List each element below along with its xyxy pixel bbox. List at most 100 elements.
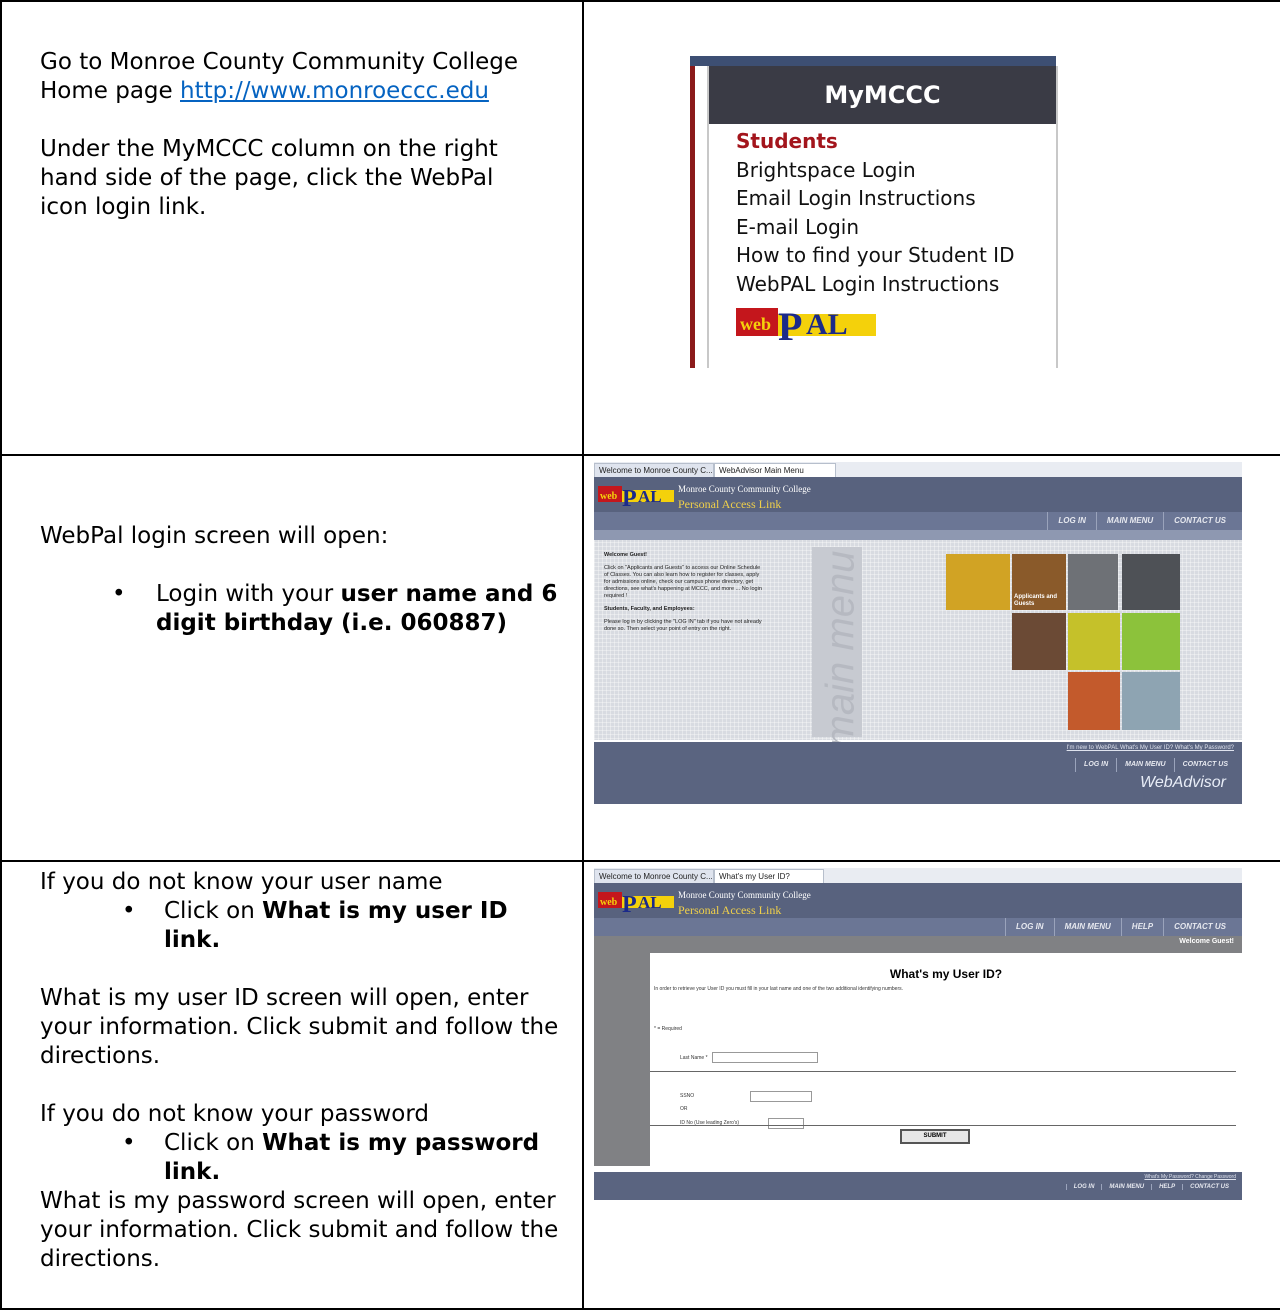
mymccc-list: Students Brightspace Login Email Login I… bbox=[736, 127, 1014, 298]
svg-text:P: P bbox=[622, 892, 637, 916]
tile-gold bbox=[946, 554, 1010, 610]
footer-nav-main-menu[interactable]: MAIN MENU bbox=[1116, 758, 1173, 772]
form-instructions: In order to retrieve your User ID you mu… bbox=[654, 986, 904, 992]
row3-line1: If you do not know your user name bbox=[40, 869, 443, 895]
tile-photo-faculty bbox=[1122, 554, 1180, 610]
svg-text:AL: AL bbox=[638, 893, 662, 912]
mymccc-item-students: Students bbox=[736, 129, 838, 153]
footer-links[interactable]: I'm new to WebPAL What's My User ID? Wha… bbox=[1067, 745, 1234, 751]
required-note: * = Required bbox=[654, 1026, 682, 1032]
nav-contact-us[interactable]: CONTACT US bbox=[1163, 512, 1236, 530]
tile-yellow[interactable] bbox=[1068, 613, 1120, 670]
mymccc-topbar bbox=[690, 56, 1056, 66]
form-separator-1 bbox=[650, 1071, 1236, 1072]
footer-band bbox=[594, 742, 1242, 804]
row3-bullet1: • Click on What is my user ID link. bbox=[122, 897, 560, 955]
row3-bullet1-prefix: Click on bbox=[164, 898, 263, 924]
pal-subtitle: Personal Access Link bbox=[678, 497, 782, 511]
row1-line2: Home page http://www.monroeccc.edu bbox=[40, 77, 560, 106]
mymccc-item-brightspace[interactable]: Brightspace Login bbox=[736, 156, 1014, 185]
footer-band: What's My Password? Change Password LOG … bbox=[594, 1172, 1242, 1200]
svg-text:web: web bbox=[600, 491, 618, 502]
row3-para4: What is my password screen will open, en… bbox=[40, 1188, 559, 1272]
footer-nav-contact-us[interactable]: CONTACT US bbox=[1182, 1184, 1236, 1190]
college-name: Monroe County Community College bbox=[678, 484, 811, 494]
tile-orange[interactable] bbox=[1068, 672, 1120, 730]
browser-tab-2[interactable]: What's my User ID? bbox=[714, 869, 824, 884]
tile-applicants-guests[interactable]: Applicants and Guests bbox=[1012, 554, 1066, 610]
footer-nav-contact-us[interactable]: CONTACT US bbox=[1173, 758, 1236, 772]
column-divider bbox=[582, 0, 584, 1310]
row-divider-1 bbox=[0, 454, 1280, 456]
browser-tab-1[interactable]: Welcome to Monroe County C... bbox=[594, 463, 714, 478]
row1-text: Go to Monroe County Community College Ho… bbox=[40, 48, 560, 222]
mymccc-item-student-id[interactable]: How to find your Student ID bbox=[736, 241, 1014, 270]
svg-text:P: P bbox=[622, 486, 637, 510]
last-name-input[interactable] bbox=[712, 1052, 818, 1063]
webpal-logo-icon[interactable]: web P AL bbox=[736, 302, 876, 350]
row2-intro: WebPal login screen will open: bbox=[40, 523, 389, 549]
pal-subtitle: Personal Access Link bbox=[678, 903, 782, 917]
mymccc-item-email-login[interactable]: E-mail Login bbox=[736, 213, 1014, 242]
table-border-top bbox=[0, 0, 1280, 2]
ssn-label: SSNO bbox=[680, 1093, 695, 1099]
mymccc-item-webpal-instructions[interactable]: WebPAL Login Instructions bbox=[736, 270, 1014, 299]
nav-help[interactable]: HELP bbox=[1120, 918, 1163, 936]
row3-para2: What is my user ID screen will open, ent… bbox=[40, 985, 559, 1069]
row2-bullet-prefix: Login with your bbox=[156, 581, 341, 607]
nav-login[interactable]: LOG IN bbox=[1047, 512, 1096, 530]
footer-nav-help[interactable]: HELP bbox=[1151, 1184, 1182, 1190]
welcome-text: Welcome Guest! Click on "Applicants and … bbox=[604, 552, 764, 639]
webadvisor-brand: WebAdvisor bbox=[1140, 774, 1226, 791]
mymccc-header: MyMCCC bbox=[709, 66, 1056, 124]
svg-text:web: web bbox=[600, 897, 618, 908]
row3-bullet2: • Click on What is my password link. bbox=[122, 1129, 560, 1187]
ssn-input[interactable] bbox=[750, 1091, 812, 1102]
webpal-logo-icon[interactable]: web P AL bbox=[598, 482, 674, 510]
college-home-link[interactable]: http://www.monroeccc.edu bbox=[180, 78, 489, 104]
row1-line2-prefix: Home page bbox=[40, 78, 180, 104]
browser-tabs: Welcome to Monroe County C... WebAdvisor… bbox=[594, 462, 1242, 478]
bullet-icon: • bbox=[112, 581, 126, 607]
footer-nav-main-menu[interactable]: MAIN MENU bbox=[1101, 1184, 1151, 1190]
tile-steel[interactable] bbox=[1122, 672, 1180, 730]
nav-main-menu[interactable]: MAIN MENU bbox=[1053, 918, 1121, 936]
footer-nav-login[interactable]: LOG IN bbox=[1065, 1184, 1102, 1190]
mymccc-item-email-instructions[interactable]: Email Login Instructions bbox=[736, 184, 1014, 213]
id-input[interactable] bbox=[768, 1118, 804, 1129]
welcome-heading: Welcome Guest! bbox=[604, 552, 647, 558]
last-name-label: Last Name * bbox=[680, 1055, 708, 1061]
welcome-para2: Please log in by clicking the "LOG IN" t… bbox=[604, 619, 762, 632]
tile-green[interactable] bbox=[1122, 613, 1180, 670]
top-nav: LOG IN MAIN MENU CONTACT US bbox=[1047, 512, 1236, 530]
welcome-guest: Welcome Guest! bbox=[1179, 938, 1234, 945]
webpal-login-screenshot: Welcome to Monroe County C... WebAdvisor… bbox=[594, 462, 1242, 804]
main-menu-text: main menu bbox=[818, 550, 863, 749]
nav-contact-us[interactable]: CONTACT US bbox=[1163, 918, 1236, 936]
footer-nav: LOG IN MAIN MENU HELP CONTACT US bbox=[1065, 1184, 1236, 1190]
browser-tab-1[interactable]: Welcome to Monroe County C... bbox=[594, 869, 714, 884]
row3-line3: If you do not know your password bbox=[40, 1101, 430, 1127]
mymccc-screenshot: MyMCCC Students Brightspace Login Email … bbox=[690, 56, 1070, 368]
row1-para2: Under the MyMCCC column on the right han… bbox=[40, 136, 498, 220]
or-label: OR bbox=[680, 1106, 688, 1112]
svg-text:web: web bbox=[740, 314, 771, 334]
footer-nav-login[interactable]: LOG IN bbox=[1075, 758, 1116, 772]
top-nav: LOG IN MAIN MENU HELP CONTACT US bbox=[1005, 918, 1236, 936]
submit-button[interactable]: SUBMIT bbox=[900, 1129, 970, 1144]
row3-bullet2-text: Click on What is my password link. bbox=[164, 1129, 560, 1187]
bullet-icon: • bbox=[122, 898, 136, 924]
tile-photo-woman bbox=[1012, 613, 1066, 670]
tile-applicants-label: Applicants and Guests bbox=[1014, 594, 1058, 607]
nav-login[interactable]: LOG IN bbox=[1005, 918, 1054, 936]
browser-tab-2[interactable]: WebAdvisor Main Menu bbox=[714, 463, 836, 478]
webpal-logo-icon[interactable]: web P AL bbox=[598, 888, 674, 916]
row3-bullet1-text: Click on What is my user ID link. bbox=[164, 897, 560, 955]
form-separator-2 bbox=[650, 1125, 1236, 1126]
footer-links[interactable]: What's My Password? Change Password bbox=[1144, 1174, 1236, 1180]
nav-band: LOG IN MAIN MENU HELP CONTACT US bbox=[594, 918, 1242, 936]
form-title: What's my User ID? bbox=[889, 967, 1003, 981]
welcome-heading2: Students, Faculty, and Employees: bbox=[604, 606, 695, 612]
nav-main-menu[interactable]: MAIN MENU bbox=[1095, 512, 1163, 530]
row2-text: WebPal login screen will open: • Login w… bbox=[40, 522, 560, 638]
